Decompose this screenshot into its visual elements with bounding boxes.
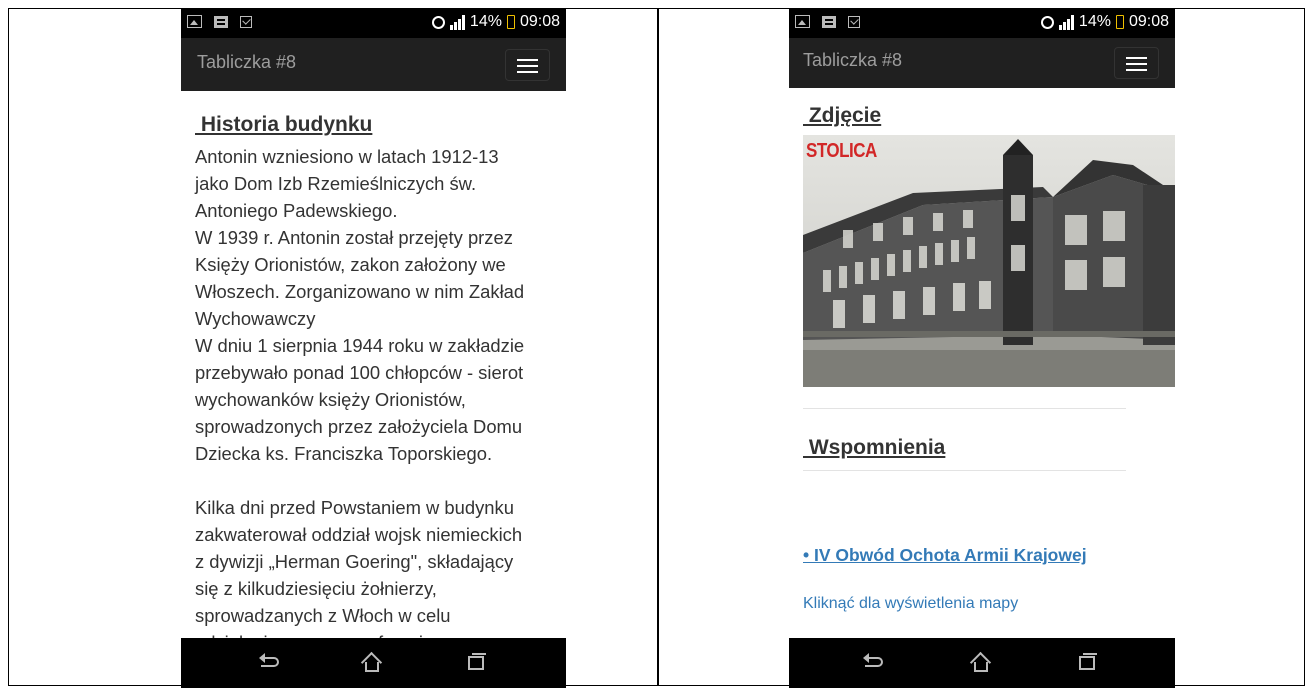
app-bar: Tabliczka #8	[181, 38, 566, 91]
app-title[interactable]: Tabliczka #8	[197, 52, 296, 73]
message-icon	[214, 15, 228, 28]
history-paragraph: Kilka dni przed Powstaniem w budynku zakw…	[195, 494, 552, 638]
history-line: sprowadzonych przez założyciela Domu	[195, 416, 523, 437]
phone-screen-left: 14% 09:08 Tabliczka #8 Historia budynku …	[181, 8, 566, 688]
recent-apps-icon[interactable]	[1079, 653, 1097, 670]
status-bar: 14% 09:08	[789, 8, 1175, 38]
alarm-icon	[1040, 15, 1054, 29]
history-line: Kilka dni przed Powstaniem w budynku	[195, 497, 514, 518]
clock: 09:08	[1128, 13, 1169, 30]
divider	[803, 408, 1126, 409]
history-line: sprowadzanych z Włoch w celu	[195, 605, 451, 626]
status-bar: 14% 09:08	[181, 8, 566, 38]
history-line: z dywizji „Herman Goering", składający	[195, 551, 514, 572]
checkbox-icon	[848, 15, 860, 28]
history-line: Dziecka ks. Franciszka Toporskiego.	[195, 443, 493, 464]
signal-icon	[449, 14, 465, 30]
history-line: Antoniego Padewskiego.	[195, 200, 398, 221]
app-title[interactable]: Tabliczka #8	[803, 50, 902, 71]
photo-content[interactable]: Zdjęcie STOLICA Wspomnienia • IV Obwód O…	[789, 88, 1175, 638]
history-content[interactable]: Historia budynku Antonin wzniesiono w la…	[181, 91, 566, 638]
section-heading-photo: Zdjęcie	[803, 104, 882, 127]
menu-icon	[1126, 57, 1147, 59]
history-line: Włoszech. Zorganizowano w nim Zakład	[195, 281, 525, 302]
divider	[803, 470, 1126, 471]
battery-percent: 14%	[469, 13, 502, 30]
home-icon[interactable]	[360, 651, 383, 674]
back-icon[interactable]	[863, 653, 887, 669]
photo-icon	[795, 15, 810, 28]
history-line: wychowanków księży Orionistów,	[195, 389, 466, 410]
history-paragraph: Antonin wzniesiono w latach 1912-13 jako …	[195, 143, 552, 467]
building-photo[interactable]: STOLICA	[803, 135, 1175, 387]
menu-button[interactable]	[505, 49, 550, 81]
back-icon[interactable]	[259, 653, 283, 669]
history-line: W dniu 1 sierpnia 1944 roku w zakładzie	[195, 335, 525, 356]
nav-bar	[789, 638, 1175, 688]
history-line: Wychowawczy	[195, 308, 316, 329]
history-line: się z kilkudziesięciu żołnierzy,	[195, 578, 437, 599]
photo-logo: STOLICA	[806, 139, 877, 162]
checkbox-icon	[240, 15, 252, 28]
history-line: W 1939 r. Antonin został przejęty przez	[195, 227, 513, 248]
app-bar: Tabliczka #8	[789, 38, 1175, 88]
alarm-icon	[431, 15, 445, 29]
link-district[interactable]: • IV Obwód Ochota Armii Krajowej	[803, 545, 1087, 566]
battery-icon	[506, 15, 515, 29]
menu-icon	[517, 59, 538, 61]
section-heading-history: Historia budynku	[195, 113, 373, 136]
phone-screen-right: 14% 09:08 Tabliczka #8 Zdjęcie STOLICA W…	[789, 8, 1175, 688]
battery-percent: 14%	[1078, 13, 1111, 30]
history-line: jako Dom Izb Rzemieślniczych św.	[195, 173, 477, 194]
history-text: Antonin wzniesiono w latach 1912-13 jako …	[195, 143, 552, 638]
section-heading-memories: Wspomnienia	[803, 436, 946, 459]
nav-bar	[181, 638, 566, 688]
link-map[interactable]: Kliknąć dla wyświetlenia mapy	[803, 595, 1018, 613]
signal-icon	[1058, 14, 1074, 30]
clock: 09:08	[519, 13, 560, 30]
recent-apps-icon[interactable]	[468, 653, 486, 670]
home-icon[interactable]	[969, 651, 992, 674]
history-line: Księży Orionistów, zakon założony we	[195, 254, 506, 275]
history-line: przebywało ponad 100 chłopców - sierot	[195, 362, 524, 383]
message-icon	[822, 15, 836, 28]
photo-icon	[187, 15, 202, 28]
history-line: Antonin wzniesiono w latach 1912-13	[195, 146, 499, 167]
battery-icon	[1115, 15, 1124, 29]
history-line: zakwaterował oddział wojsk niemieckich	[195, 524, 523, 545]
menu-button[interactable]	[1114, 47, 1159, 79]
building-illustration	[803, 135, 1175, 387]
